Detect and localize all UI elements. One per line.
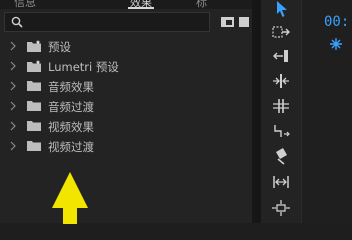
chevron-right-icon[interactable] bbox=[9, 101, 17, 111]
active-tab-indicator bbox=[128, 7, 154, 9]
star-folder-icon bbox=[27, 60, 41, 72]
timecode-display[interactable]: 00: bbox=[324, 14, 349, 30]
folder-icon bbox=[27, 81, 41, 91]
selection-tool-icon[interactable] bbox=[270, 0, 292, 18]
tree-item-label: 视频效果 bbox=[48, 120, 94, 134]
tree-item-label: 音频效果 bbox=[48, 80, 94, 94]
chevron-right-icon[interactable] bbox=[9, 81, 17, 91]
accelerated-effects-filter-icon[interactable] bbox=[220, 14, 236, 30]
search-input[interactable] bbox=[4, 12, 210, 32]
tree-item-audio-transitions[interactable]: 音频过渡 bbox=[0, 98, 252, 116]
rolling-edit-tool-icon[interactable] bbox=[270, 72, 292, 90]
tree-item-video-effects[interactable]: 视频效果 bbox=[0, 118, 252, 136]
tree-item-video-transitions[interactable]: 视频过渡 bbox=[0, 138, 252, 156]
tree-item-lumetri-presets[interactable]: Lumetri 预设 bbox=[0, 58, 252, 76]
rate-stretch-tool-icon[interactable] bbox=[270, 97, 292, 115]
panel-divider[interactable] bbox=[252, 0, 261, 223]
tree-item-label: 视频过渡 bbox=[48, 140, 94, 154]
annotation-arrow bbox=[52, 172, 88, 224]
chevron-right-icon[interactable] bbox=[9, 121, 17, 131]
folder-icon bbox=[27, 141, 41, 151]
snap-icon[interactable] bbox=[330, 38, 342, 50]
panel-tab-bar: 信息 效果 标 bbox=[0, 0, 252, 9]
tab-markers[interactable]: 标 bbox=[196, 0, 207, 9]
tree-item-audio-effects[interactable]: 音频效果 bbox=[0, 78, 252, 96]
razor-tool-icon[interactable] bbox=[270, 147, 292, 165]
folder-icon bbox=[27, 121, 41, 131]
tree-item-label: 音频过渡 bbox=[48, 100, 94, 114]
tools-panel bbox=[261, 0, 301, 223]
tree-item-label: Lumetri 预设 bbox=[48, 60, 119, 74]
ripple-edit-tool-icon[interactable] bbox=[270, 47, 292, 65]
tree-item-label: 预设 bbox=[48, 40, 71, 54]
track-select-forward-tool-icon[interactable] bbox=[270, 23, 292, 41]
effects-panel: 信息 效果 标 预设 Lumetri 预设 音频效果 音频过渡 视频效果 视频过… bbox=[0, 0, 252, 224]
type-tool-icon[interactable] bbox=[270, 199, 292, 217]
slip-tool-icon[interactable] bbox=[270, 122, 292, 140]
search-row bbox=[4, 12, 249, 32]
search-icon bbox=[11, 16, 23, 28]
chevron-right-icon[interactable] bbox=[9, 61, 17, 71]
star-folder-icon bbox=[27, 40, 41, 52]
folder-icon bbox=[27, 101, 41, 111]
tab-info[interactable]: 信息 bbox=[14, 0, 36, 9]
timeline-panel: 00: bbox=[301, 0, 352, 223]
chevron-right-icon[interactable] bbox=[9, 141, 17, 151]
chevron-right-icon[interactable] bbox=[9, 41, 17, 51]
hand-tool-icon[interactable] bbox=[270, 173, 292, 191]
tree-item-presets[interactable]: 预设 bbox=[0, 38, 252, 56]
